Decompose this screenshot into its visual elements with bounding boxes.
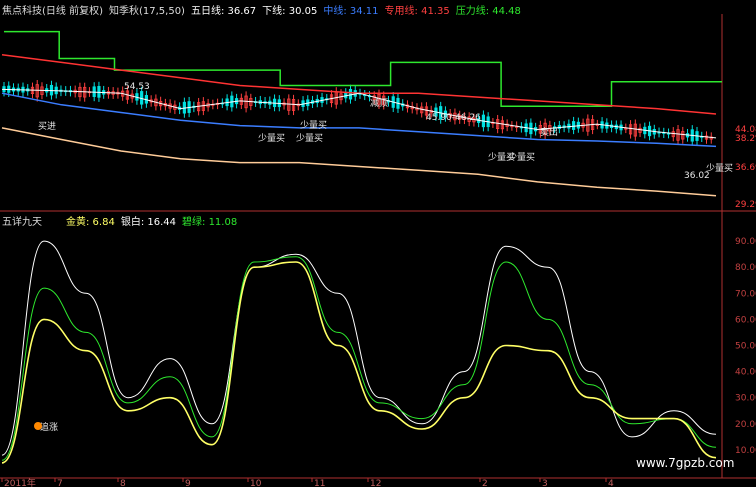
stock-chart: 44.0838.2%36.6929.2954.5345.90-46.2636.0… [0,14,756,487]
signal-dot [34,422,42,430]
price-series-五日线 [1,88,717,139]
price-y-tick-label: 36.69 [735,163,756,173]
price-annotation: 减顶 [370,97,388,109]
price-annotation: 少量买 [706,163,733,174]
price-annotation: 少量买 [488,152,515,163]
price-annotation: 45.90-46.26 [426,113,481,123]
price-annotation: 54.53 [124,82,150,92]
x-tick-label: 7 [57,479,63,487]
oscillator-y-tick-label: 90.00 [735,237,756,247]
oscillator-y-tick-label: 20.00 [735,420,756,430]
x-tick-label: 11 [314,479,325,487]
oscillator-series-金黄 [1,261,717,464]
candle-body [572,121,576,130]
price-annotation: 卖出 [540,126,558,138]
oscillator-y-tick-label: 30.00 [735,394,756,404]
oscillator-annotation: 追涨 [40,421,58,433]
oscillator-series-碧绿 [1,256,717,461]
price-annotation: 买进 [38,121,56,132]
x-tick-label: 8 [120,479,126,487]
price-series-专用线 [1,53,717,115]
oscillator-y-tick-label: 80.00 [735,263,756,273]
x-tick-label: 2011年 [4,477,36,487]
x-tick-label: 9 [185,479,191,487]
price-y-tick-label: 38.2% [735,134,756,144]
oscillator-series-银白 [1,240,717,456]
x-tick-label: 12 [370,479,381,487]
x-tick-label: 10 [250,479,262,487]
price-series-中线 [1,92,717,148]
price-series-下线 [1,127,717,197]
oscillator-y-tick-label: 10.00 [735,446,756,456]
oscillator-y-tick-label: 60.00 [735,315,756,325]
x-tick-label: 3 [542,479,548,487]
candle-body [576,121,580,129]
watermark: www.7gpzb.com [636,456,735,470]
x-tick-label: 4 [608,479,614,487]
price-annotation: 少量买 [300,120,327,131]
oscillator-y-tick-label: 50.00 [735,342,756,352]
price-annotation: 少量买 [296,133,323,144]
x-tick-label: 2 [482,479,488,487]
oscillator-y-tick-label: 40.00 [735,368,756,378]
oscillator-y-tick-label: 70.00 [735,289,756,299]
price-y-tick-label: 29.29 [735,200,756,210]
price-annotation: 少量买 [258,133,285,144]
